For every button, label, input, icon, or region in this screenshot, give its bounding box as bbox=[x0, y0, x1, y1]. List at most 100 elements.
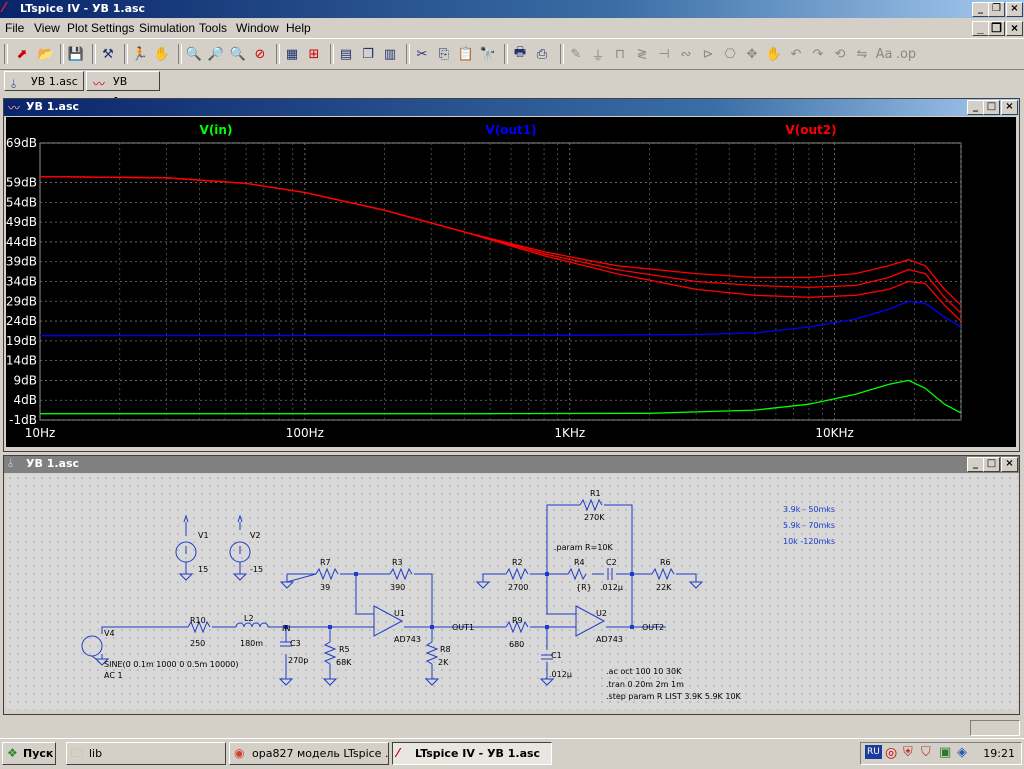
undo-icon[interactable]: ↶ bbox=[786, 44, 806, 64]
shield-icon[interactable]: ⛉ bbox=[921, 745, 931, 760]
antivirus-icon[interactable]: ⛨ bbox=[903, 745, 913, 760]
close-button[interactable]: × bbox=[1006, 2, 1023, 17]
tran-directive[interactable]: .tran 0 20m 2m 1m bbox=[606, 680, 684, 689]
r3-value: 390 bbox=[390, 583, 405, 592]
halt-icon[interactable]: ✋ bbox=[152, 44, 172, 64]
schematic-drawing: V1 15 V2 -15 V4 SINE(0 0.1m 1000 0 0.5m … bbox=[81, 489, 835, 701]
y-tick-label: 29dB bbox=[6, 294, 37, 308]
schematic-close-button[interactable]: × bbox=[1001, 457, 1018, 472]
component-icon[interactable]: ⎔ bbox=[720, 44, 740, 64]
paste-icon[interactable]: 📋 bbox=[456, 44, 476, 64]
zoom-cancel-icon[interactable]: ⊘ bbox=[250, 44, 270, 64]
task-ltspice[interactable]: ⁄ LTspice IV - УВ 1.asc bbox=[392, 742, 552, 765]
window-title: LTspice IV - УВ 1.asc bbox=[20, 2, 146, 15]
menu-plot-settings[interactable]: Plot Settings bbox=[67, 21, 134, 35]
open-folder-icon[interactable]: 📂 bbox=[36, 44, 56, 64]
r10-value: 250 bbox=[190, 639, 205, 648]
menu-help[interactable]: Help bbox=[286, 21, 311, 35]
schematic-maximize-button[interactable]: □ bbox=[983, 457, 1000, 472]
tab-waveform[interactable]: 〰 УВ 1.asc bbox=[86, 71, 160, 108]
hammer-icon[interactable]: ⚒ bbox=[98, 44, 118, 64]
tab-schematic[interactable]: ⫰ УВ 1.asc bbox=[4, 71, 84, 91]
cascade-icon[interactable]: ❐ bbox=[358, 44, 378, 64]
schematic-minimize-button[interactable]: _ bbox=[967, 457, 984, 472]
diode-icon[interactable]: ⊳ bbox=[698, 44, 718, 64]
plot-maximize-button[interactable]: □ bbox=[983, 100, 1000, 115]
rotate-icon[interactable]: ⟲ bbox=[830, 44, 850, 64]
zoom-in-icon[interactable]: 🔍 bbox=[184, 44, 204, 64]
spice-directive-icon[interactable]: .op bbox=[896, 44, 916, 64]
draw-wire-icon[interactable]: ✎ bbox=[566, 44, 586, 64]
y-tick-label: 24dB bbox=[6, 314, 37, 328]
mdi-minimize-button[interactable]: _ bbox=[972, 21, 989, 36]
r7-label: R7 bbox=[320, 558, 331, 567]
text-icon[interactable]: Aa bbox=[874, 44, 894, 64]
param-directive[interactable]: .param R=10K bbox=[554, 543, 613, 552]
plot-minimize-button[interactable]: _ bbox=[967, 100, 984, 115]
schematic-window-titlebar: ⫰ УВ 1.asc _ □ × bbox=[4, 456, 1019, 473]
find-icon[interactable]: 🔭 bbox=[478, 44, 498, 64]
mirror-icon[interactable]: ⇋ bbox=[852, 44, 872, 64]
network-icon[interactable]: ▣ bbox=[939, 745, 951, 760]
step-directive[interactable]: .step param R LIST 3.9K 5.9K 10K bbox=[606, 692, 742, 701]
move-icon[interactable]: ✥ bbox=[742, 44, 762, 64]
print-setup-icon[interactable]: 🖶 bbox=[510, 44, 530, 64]
save-icon[interactable]: 💾 bbox=[66, 44, 86, 64]
r10-label: R10 bbox=[190, 616, 206, 625]
r3-label: R3 bbox=[392, 558, 403, 567]
menu-window[interactable]: Window bbox=[236, 21, 279, 35]
resistor-icon[interactable]: ≷ bbox=[632, 44, 652, 64]
menu-view[interactable]: View bbox=[34, 21, 60, 35]
ground-icon[interactable]: ⏚ bbox=[588, 44, 608, 64]
grid-icon[interactable]: ⊞ bbox=[304, 44, 324, 64]
menu-tools[interactable]: Tools bbox=[199, 21, 227, 35]
windows-logo-icon: ❖ bbox=[7, 746, 18, 760]
tile-horizontal-icon[interactable]: ▤ bbox=[336, 44, 356, 64]
autorange-icon[interactable]: ▦ bbox=[282, 44, 302, 64]
menu-file[interactable]: File bbox=[5, 21, 24, 35]
capacitor-icon[interactable]: ⊣ bbox=[654, 44, 674, 64]
taskbar: ❖ Пуск 🗀 lib ◉ opa827 модель LTspice ...… bbox=[0, 738, 1024, 769]
plot-close-button[interactable]: × bbox=[1001, 100, 1018, 115]
redo-icon[interactable]: ↷ bbox=[808, 44, 828, 64]
c1-value: .012µ bbox=[549, 670, 572, 679]
r6-value: 22K bbox=[656, 583, 672, 592]
y-tick-label: 34dB bbox=[6, 275, 37, 289]
minimize-button[interactable]: _ bbox=[972, 2, 989, 17]
restore-button[interactable]: ❐ bbox=[988, 2, 1005, 17]
zoom-out-icon[interactable]: 🔍 bbox=[228, 44, 248, 64]
ltspice-app-icon[interactable]: ⁄ bbox=[3, 2, 16, 15]
r2-label: R2 bbox=[512, 558, 523, 567]
volume-icon[interactable]: ◈ bbox=[957, 745, 967, 760]
menu-simulation[interactable]: Simulation bbox=[139, 21, 195, 35]
language-indicator[interactable]: RU bbox=[865, 745, 882, 759]
start-button[interactable]: ❖ Пуск bbox=[2, 742, 56, 765]
copy-icon[interactable]: ⎘ bbox=[434, 44, 454, 64]
task-lib[interactable]: 🗀 lib bbox=[66, 742, 226, 765]
toolbar: ⬈ 📂 💾 ⚒ 🏃 ✋ 🔍 🔎 🔍 ⊘ ▦ ⊞ ▤ ❐ ▥ ✂ ⎘ 📋 🔭 🖶 … bbox=[0, 38, 1024, 70]
mdi-restore-button[interactable]: ❐ bbox=[988, 21, 1005, 36]
label-net-icon[interactable]: ⊓ bbox=[610, 44, 630, 64]
drag-icon[interactable]: ✋ bbox=[764, 44, 784, 64]
schematic-canvas[interactable]: V1 15 V2 -15 V4 SINE(0 0.1m 1000 0 0.5m … bbox=[6, 474, 1018, 710]
print-icon[interactable]: ⎙ bbox=[532, 44, 552, 64]
task-chrome[interactable]: ◉ opa827 модель LTspice ... bbox=[229, 742, 389, 765]
tile-vertical-icon[interactable]: ▥ bbox=[380, 44, 400, 64]
v2-label: V2 bbox=[250, 531, 261, 540]
v2-value: -15 bbox=[250, 565, 263, 574]
opera-icon[interactable]: ◎ bbox=[885, 745, 897, 761]
c2-label: C2 bbox=[606, 558, 617, 567]
waveform-plot[interactable]: 69dB 59dB 54dB 49dB 44dB 39dB 34dB 29dB 24dB 19dB… bbox=[6, 117, 1016, 447]
inductor-icon[interactable]: ∾ bbox=[676, 44, 696, 64]
r8-label: R8 bbox=[440, 645, 451, 654]
ac-directive[interactable]: .ac oct 100 10 30K bbox=[606, 667, 682, 676]
pan-icon[interactable]: 🔎 bbox=[206, 44, 226, 64]
tab-label: УВ 1.asc bbox=[31, 75, 78, 88]
cut-icon[interactable]: ✂ bbox=[412, 44, 432, 64]
v1-label: V1 bbox=[198, 531, 209, 540]
r8-value: 2K bbox=[438, 658, 449, 667]
new-schematic-icon[interactable]: ⬈ bbox=[12, 44, 32, 64]
r1-label: R1 bbox=[590, 489, 601, 498]
mdi-close-button[interactable]: × bbox=[1006, 21, 1023, 36]
run-icon[interactable]: 🏃 bbox=[130, 44, 150, 64]
